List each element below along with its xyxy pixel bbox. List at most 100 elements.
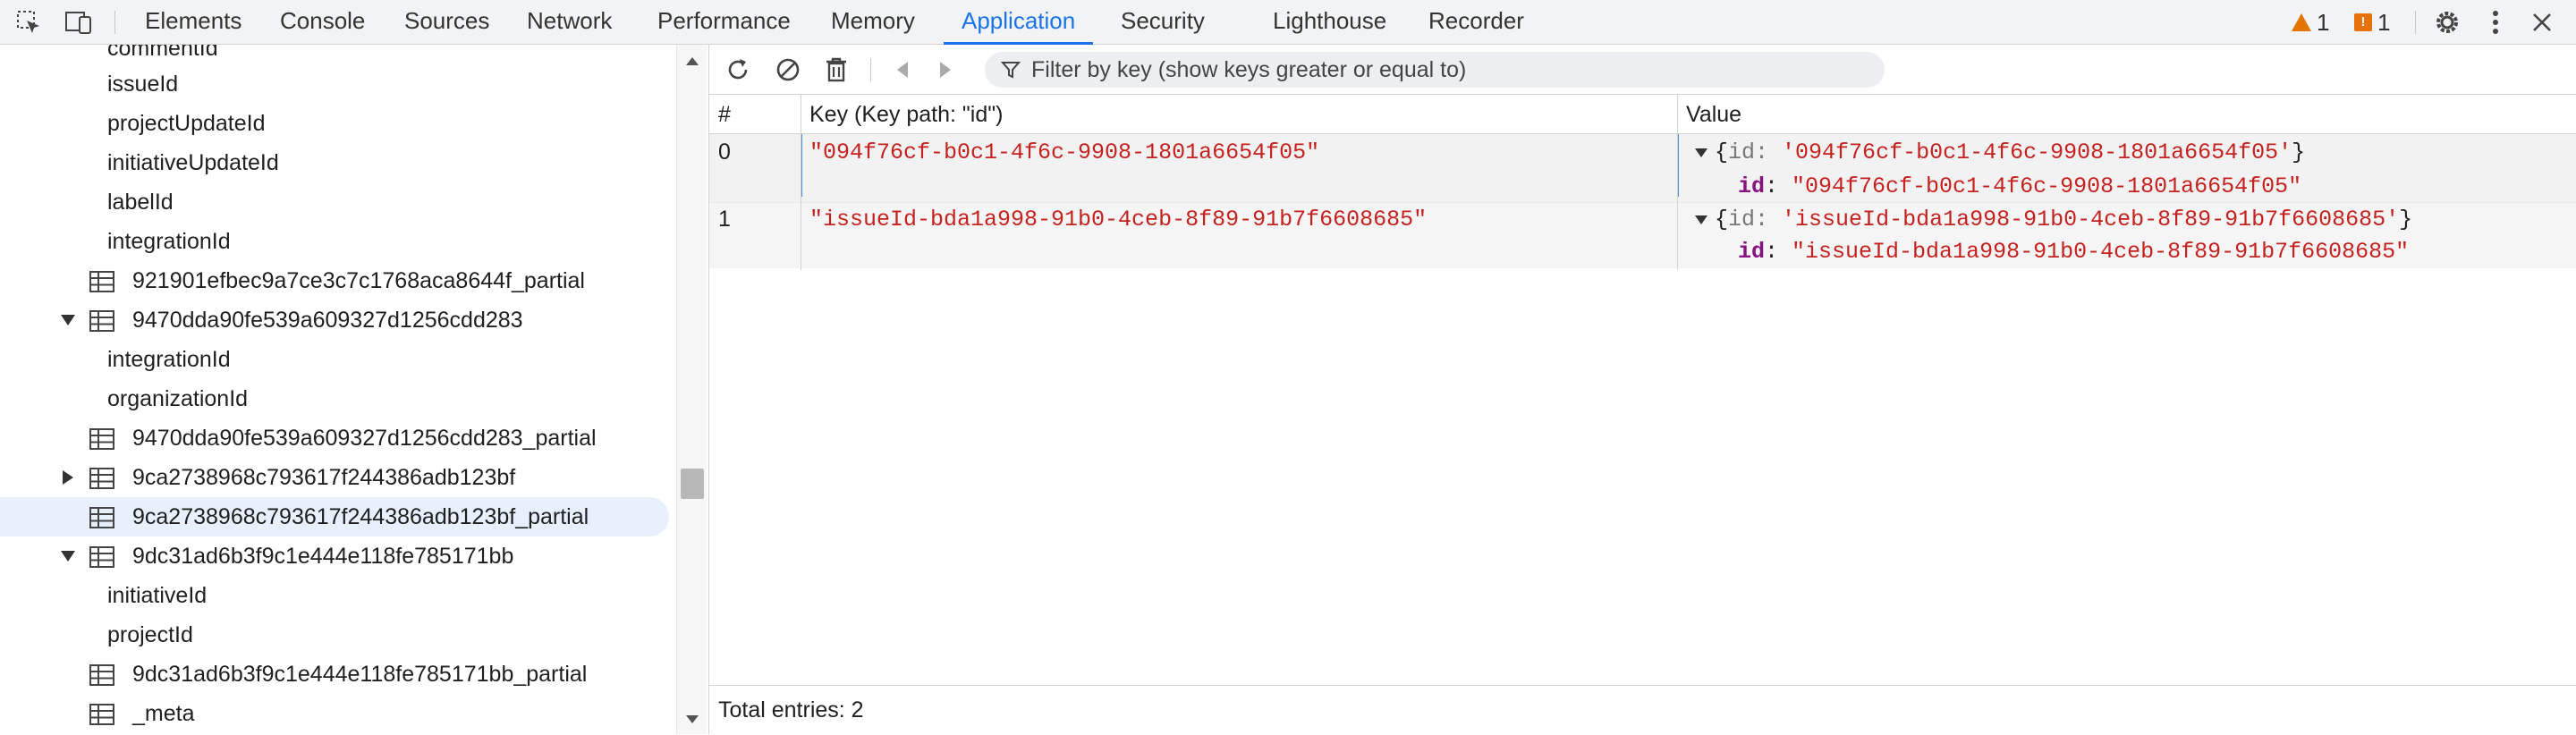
table-icon <box>89 428 114 450</box>
tab-memory[interactable]: Memory <box>831 0 915 45</box>
scrollbar-thumb[interactable] <box>681 469 704 499</box>
tree-item-label: 9470dda90fe539a609327d1256cdd283 <box>132 308 523 333</box>
value-summary: {id: '094f76cf-b0c1-4f6c-9908-1801a6654f… <box>1715 139 2306 165</box>
devtools-toolbar: Elements Console Sources Network Perform… <box>0 0 2576 45</box>
settings-gear-icon[interactable] <box>2429 4 2465 40</box>
column-header-key[interactable]: Key (Key path: "id") <box>809 95 1003 134</box>
tab-performance[interactable]: Performance <box>657 0 791 45</box>
tree-item-object-store[interactable]: _meta <box>0 694 669 733</box>
close-icon[interactable] <box>2524 4 2560 40</box>
tab-elements[interactable]: Elements <box>145 0 242 45</box>
previous-page-icon[interactable] <box>885 52 920 88</box>
total-entries: Total entries: 2 <box>709 685 2576 734</box>
scroll-up-arrow-icon[interactable] <box>686 57 699 65</box>
column-header-value[interactable]: Value <box>1686 95 1741 134</box>
filter-funnel-icon <box>1001 62 1021 79</box>
tree-item-object-store[interactable]: 921901efbec9a7ce3c7c1768aca8644f_partial <box>0 261 669 300</box>
toolbar-separator <box>114 11 115 34</box>
tree-item-label: integrationId <box>107 347 231 372</box>
tree-item-label: integrationId <box>107 229 231 254</box>
inspect-element-icon[interactable] <box>11 4 47 40</box>
tree-item-label: 9ca2738968c793617f244386adb123bf_partial <box>132 504 589 529</box>
table-icon <box>89 704 114 725</box>
tree-item-label: 9ca2738968c793617f244386adb123bf <box>132 465 516 490</box>
tree-item-label: _meta <box>132 701 195 726</box>
table-icon <box>89 546 114 568</box>
value-property: id: "issueId-bda1a998-91b0-4ceb-8f89-91b… <box>1738 239 2410 265</box>
device-toolbar-icon[interactable] <box>61 4 97 40</box>
table-icon <box>89 271 114 292</box>
issue-flag-icon: ! <box>2354 13 2372 31</box>
tree-item-index[interactable]: issueId <box>0 64 669 104</box>
value-summary-val: 'issueId-bda1a998-91b0-4ceb-8f89-91b7f66… <box>1782 207 2400 232</box>
value-summary-key: id <box>1728 207 1756 232</box>
tab-application[interactable]: Application <box>944 0 1094 45</box>
table-icon <box>89 468 114 489</box>
table-icon <box>89 664 114 686</box>
tab-recorder[interactable]: Recorder <box>1428 0 1524 45</box>
tree-item-index[interactable]: initiativeUpdateId <box>0 143 669 182</box>
more-options-icon[interactable] <box>2478 4 2513 40</box>
table-icon <box>89 507 114 528</box>
tree-item-label: issueId <box>107 72 179 97</box>
delete-trash-icon[interactable] <box>818 52 854 88</box>
tree-item-label: labelId <box>107 190 174 215</box>
value-property: id: "094f76cf-b0c1-4f6c-9908-1801a6654f0… <box>1738 173 2302 199</box>
tree-item-index[interactable]: organizationId <box>0 379 669 418</box>
expand-arrow-down-icon[interactable] <box>59 536 77 576</box>
next-page-icon[interactable] <box>928 52 963 88</box>
tree-item-index[interactable]: integrationId <box>0 222 669 261</box>
tree-item-object-store[interactable]: 9470dda90fe539a609327d1256cdd283 <box>0 300 669 340</box>
tree-item-label: organizationId <box>107 386 249 411</box>
expand-arrow-down-icon[interactable] <box>1693 141 1709 167</box>
grid-header: # Key (Key path: "id") Value <box>709 95 2576 134</box>
tree-item-index[interactable]: projectUpdateId <box>0 104 669 143</box>
value-prop-key: id <box>1738 173 1766 199</box>
scroll-down-arrow-icon[interactable] <box>686 715 699 723</box>
tab-sources[interactable]: Sources <box>404 0 489 45</box>
toolbar-separator <box>870 58 871 81</box>
tree-item-object-store[interactable]: 9ca2738968c793617f244386adb123bf <box>0 458 669 497</box>
tree-item-label: initiativeUpdateId <box>107 150 279 175</box>
expand-arrow-right-icon[interactable] <box>59 458 77 497</box>
application-sidebar-tree: commentId issueId projectUpdateId initia… <box>0 45 676 734</box>
indexeddb-data-view: Filter by key (show keys greater or equa… <box>708 45 2576 734</box>
tree-item-label: 9470dda90fe539a609327d1256cdd283_partial <box>132 426 597 451</box>
expand-arrow-down-icon[interactable] <box>59 300 77 340</box>
value-prop-key: id <box>1738 239 1766 265</box>
value-summary-val: '094f76cf-b0c1-4f6c-9908-1801a6654f05' <box>1782 139 2292 165</box>
tab-lighthouse[interactable]: Lighthouse <box>1273 0 1386 45</box>
row-key: "issueId-bda1a998-91b0-4ceb-8f89-91b7f66… <box>809 207 1428 232</box>
tab-console[interactable]: Console <box>280 0 365 45</box>
expand-arrow-down-icon[interactable] <box>1693 208 1709 234</box>
sidebar-scrollbar[interactable] <box>676 45 707 734</box>
data-view-toolbar: Filter by key (show keys greater or equa… <box>709 45 2576 95</box>
tree-item-label: 921901efbec9a7ce3c7c1768aca8644f_partial <box>132 268 585 293</box>
tree-item-label: 9dc31ad6b3f9c1e444e118fe785171bb_partial <box>132 662 588 687</box>
value-prop-val: "094f76cf-b0c1-4f6c-9908-1801a6654f05" <box>1792 173 2302 199</box>
column-divider[interactable] <box>1677 95 1678 270</box>
issues-counter[interactable]: ! 1 <box>2354 0 2390 45</box>
column-header-number[interactable]: # <box>718 95 731 134</box>
row-key: "094f76cf-b0c1-4f6c-9908-1801a6654f05" <box>809 139 1320 165</box>
table-row[interactable]: 1 "issueId-bda1a998-91b0-4ceb-8f89-91b7f… <box>709 202 2576 268</box>
refresh-icon[interactable] <box>720 52 756 88</box>
tree-item-object-store[interactable]: 9dc31ad6b3f9c1e444e118fe785171bb <box>0 536 669 576</box>
toolbar-separator <box>2415 11 2416 34</box>
tree-item-label: projectUpdateId <box>107 111 266 136</box>
tree-item-index[interactable]: initiativeId <box>0 576 669 615</box>
tree-item-index[interactable]: projectId <box>0 615 669 655</box>
warnings-counter[interactable]: 1 <box>2292 0 2329 45</box>
key-filter-input[interactable]: Filter by key (show keys greater or equa… <box>985 52 1885 88</box>
clear-filter-icon[interactable] <box>770 52 806 88</box>
tree-item-index[interactable]: labelId <box>0 182 669 222</box>
tree-item-index[interactable]: integrationId <box>0 340 669 379</box>
tab-network[interactable]: Network <box>527 0 612 45</box>
value-summary-key: id <box>1728 139 1756 165</box>
table-icon <box>89 310 114 332</box>
tab-security[interactable]: Security <box>1121 0 1205 45</box>
tree-item-object-store[interactable]: 9470dda90fe539a609327d1256cdd283_partial <box>0 418 669 458</box>
tree-item-object-store-selected[interactable]: 9ca2738968c793617f244386adb123bf_partial <box>0 497 669 536</box>
tree-item-object-store[interactable]: 9dc31ad6b3f9c1e444e118fe785171bb_partial <box>0 655 669 694</box>
warnings-count: 1 <box>2317 9 2330 36</box>
